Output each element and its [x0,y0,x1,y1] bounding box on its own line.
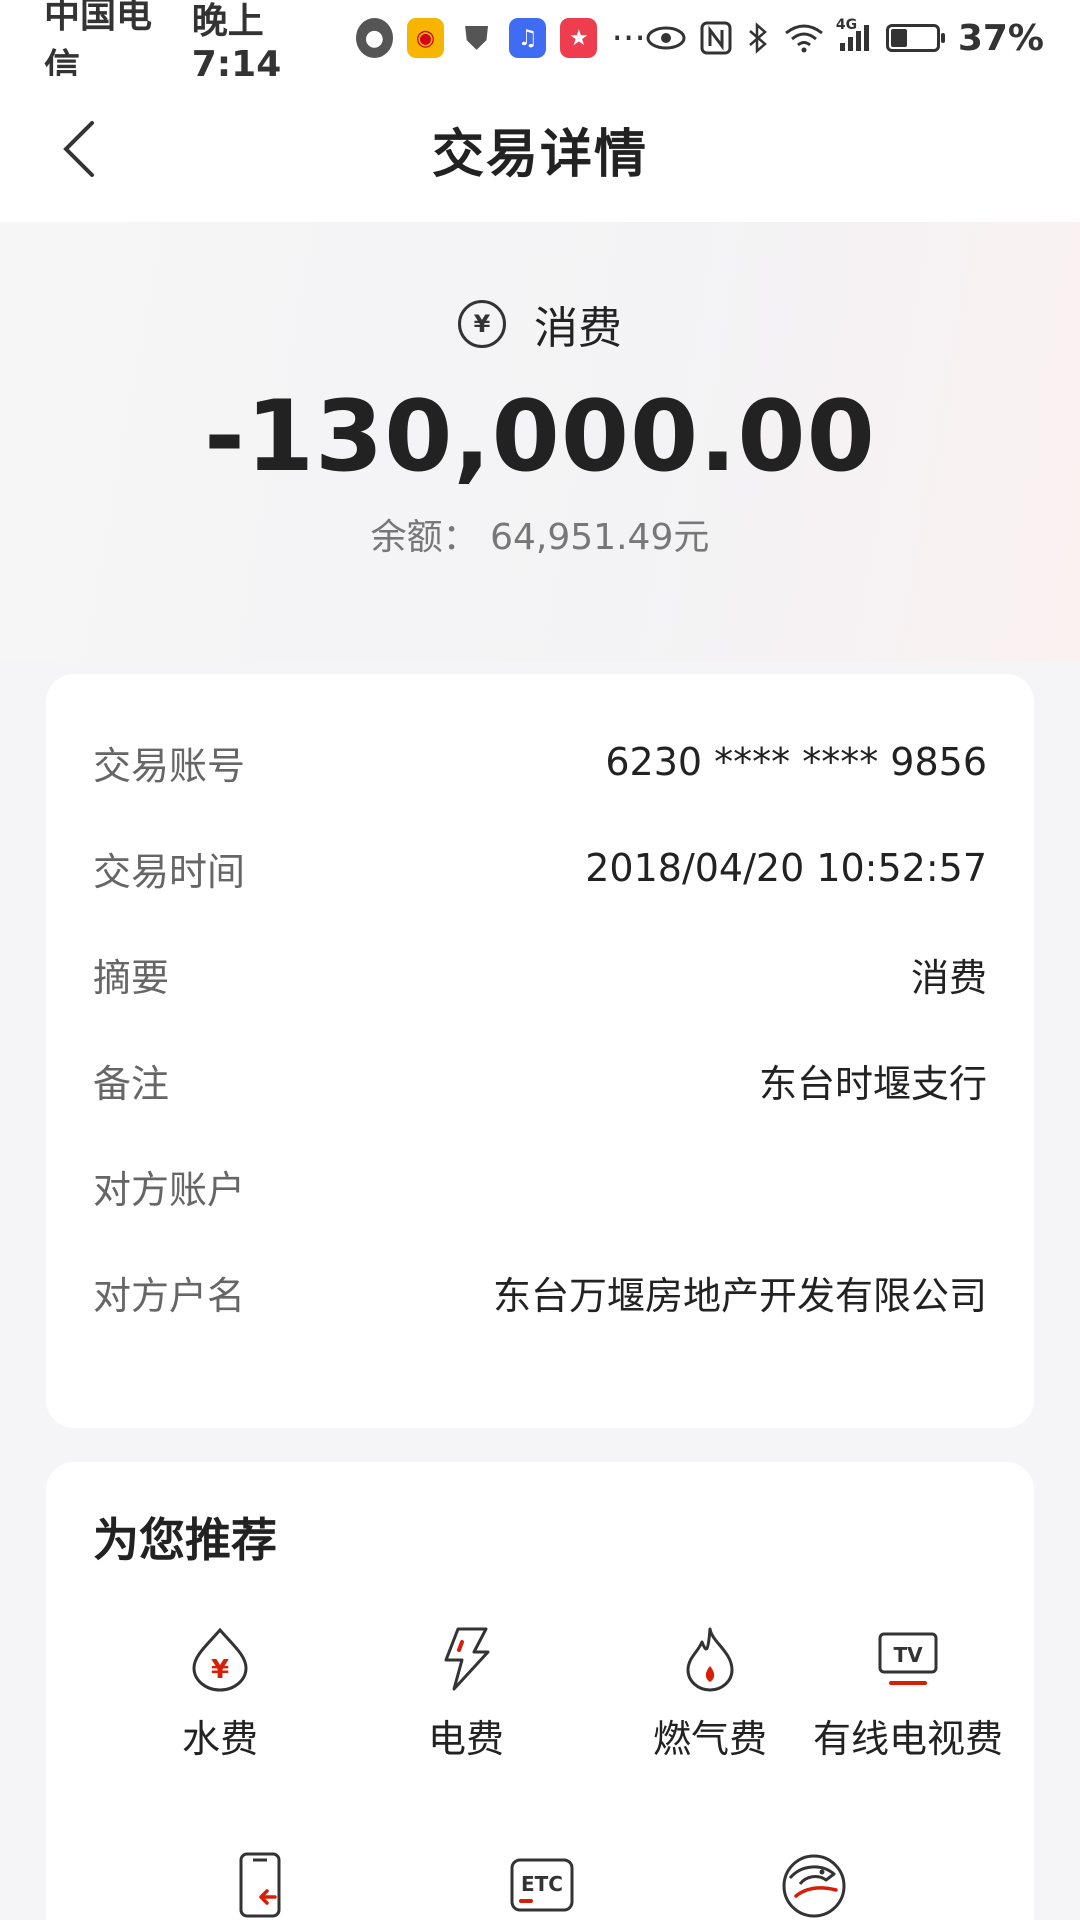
detail-value: 东台万堰房地产开发有限公司 [492,1273,987,1318]
network-type: 4G [835,17,858,33]
recommend-label: 有线电视费 [812,1717,1003,1761]
detail-value: 6230 **** **** 9856 [605,740,987,784]
tv-icon: TV [798,1624,1018,1694]
detail-row-note: 备注 东台时堰支行 [93,1050,987,1110]
transaction-amount: -130,000.00 [204,380,876,494]
back-button[interactable] [48,116,108,182]
wifi-icon [784,23,824,53]
battery-icon [885,24,945,52]
detail-row-summary: 摘要 消费 [93,944,987,1004]
detail-label: 交易账号 [93,743,246,788]
recommend-item-phone[interactable] [150,1850,370,1920]
recommend-item-electricity[interactable]: 电费 [356,1624,576,1763]
shield-app-icon: ⛊ [464,18,489,57]
yen-icon: ¥ [458,300,506,348]
detail-label: 交易时间 [93,849,246,894]
transaction-type: 消费 [534,303,622,354]
bird-icon [704,1850,924,1920]
detail-value: 2018/04/20 10:52:57 [585,846,987,890]
weibo-app-icon: ◉ [406,18,445,58]
page-title: 交易详情 [431,124,648,185]
battery-percent: 37% [957,17,1044,59]
balance-label: 余额： [370,517,479,558]
transaction-details-card: 交易账号 6230 **** **** 9856 交易时间 2018/04/20… [46,674,1034,1428]
balance-value: 64,951.49元 [490,517,710,558]
phone-icon [150,1850,370,1920]
detail-row-counterparty-name: 对方户名 东台万堰房地产开发有限公司 [93,1262,987,1322]
detail-value: 消费 [910,955,987,1000]
balance-row: 余额： 64,951.49元 [0,508,1080,560]
recommend-card: 为您推荐 ¥ 水费 电费 燃气费 TV 有线电视费 ETC [46,1462,1034,1920]
detail-label: 备注 [93,1061,170,1106]
recommend-label: 燃气费 [652,1717,767,1761]
chevron-left-icon [63,121,94,177]
detail-label: 对方户名 [93,1273,246,1318]
more-notifications-icon: ··· [611,17,646,59]
transaction-summary: ¥ 消费 -130,000.00 余额： 64,951.49元 [0,222,1080,662]
status-time: 晚上7:14 [191,0,282,85]
water-drop-icon: ¥ [110,1624,330,1694]
flame-icon [600,1624,820,1694]
battery-fill [890,29,907,47]
recommend-label: 电费 [427,1717,504,1761]
recommend-label: 水费 [181,1717,258,1761]
status-right: 4G 37% [646,17,1044,59]
etc-icon: ETC [432,1850,652,1920]
nav-bar: 交易详情 [0,76,1080,222]
avatar-app-icon: ● [355,18,393,58]
game-app-icon: ★ [560,18,598,58]
lightning-icon [356,1624,576,1694]
detail-row-time: 交易时间 2018/04/20 10:52:57 [93,838,987,898]
detail-value: 东台时堰支行 [758,1061,987,1106]
detail-row-counterparty-account: 对方账户 [93,1156,987,1216]
etc-glyph: ETC [521,1872,563,1896]
tv-glyph: TV [893,1643,923,1667]
music-app-icon: ♫ [509,18,547,58]
eye-icon [646,25,686,51]
recommend-item-water[interactable]: ¥ 水费 [110,1624,330,1763]
detail-label: 摘要 [93,955,170,1000]
recommend-title: 为您推荐 [93,1513,277,1567]
nfc-icon [700,21,732,55]
bluetooth-icon [746,21,770,55]
recommend-item-etc[interactable]: ETC [432,1850,652,1920]
signal-icon: 4G [836,17,872,53]
detail-label: 对方账户 [93,1167,246,1212]
status-bar: 中国电信 晚上7:14 ● ◉ ⛊ ♫ ★ ··· 4G 37% [0,0,1080,88]
transaction-type-row: ¥ 消费 [0,292,1080,356]
water-drop-glyph: ¥ [211,1655,229,1685]
recommend-item-bird[interactable] [704,1850,924,1920]
recommend-item-gas[interactable]: 燃气费 [600,1624,820,1763]
detail-row-account: 交易账号 6230 **** **** 9856 [93,732,987,792]
recommend-item-cable-tv[interactable]: TV 有线电视费 [798,1624,1018,1763]
